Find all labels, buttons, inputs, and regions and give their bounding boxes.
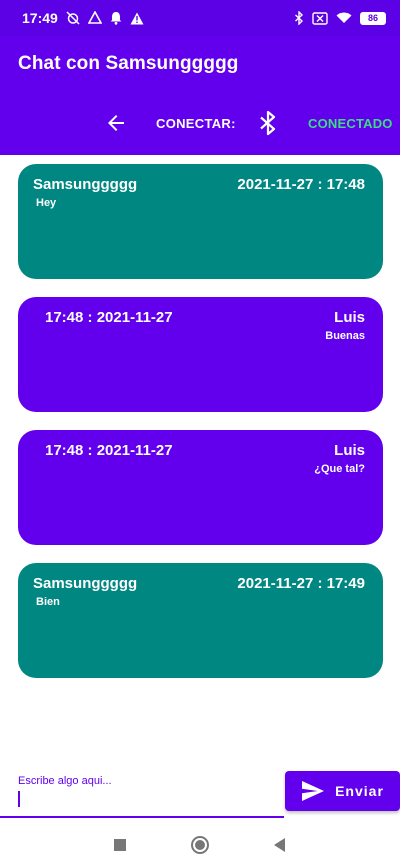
message-time: 17:48 : 2021-11-27: [45, 309, 173, 326]
home-button[interactable]: [188, 833, 212, 857]
bluetooth-icon: [260, 110, 276, 136]
back-button[interactable]: [104, 111, 128, 135]
battery-level: 86: [367, 13, 378, 23]
message-time: 2021-11-27 : 17:49: [237, 575, 365, 592]
wifi-icon: [336, 12, 352, 23]
message-sender: Samsunggggg: [33, 176, 138, 193]
back-nav-button[interactable]: [268, 833, 292, 857]
message-time: 2021-11-27 : 17:48: [237, 176, 365, 193]
back-triangle-icon: [274, 838, 285, 852]
no-sim-icon: [312, 11, 328, 25]
app-bar: Chat con Samsunggggg: [0, 36, 400, 92]
input-underline: [0, 816, 284, 818]
warning-icon: [130, 12, 144, 24]
message-text: Hey: [36, 197, 57, 209]
back-arrow-icon: [108, 115, 124, 131]
status-left: 17:49: [22, 10, 144, 26]
message-sender: Luis: [334, 442, 365, 459]
send-icon: [302, 781, 325, 801]
alarm-off-icon: [66, 11, 80, 25]
compose-area: Escribe algo aqui... Enviar: [0, 765, 400, 825]
message-sender: Samsunggggg: [33, 575, 138, 592]
status-bar: 17:49 86: [0, 0, 400, 36]
message-input-hint: Escribe algo aqui...: [18, 775, 112, 787]
message-text: ¿Que tal?: [314, 463, 365, 475]
send-button[interactable]: Enviar: [285, 771, 400, 811]
status-right: 86: [294, 11, 386, 25]
message-text: Bien: [36, 596, 60, 608]
status-time: 17:49: [22, 10, 58, 26]
connect-label: CONECTAR:: [156, 116, 236, 131]
message-input[interactable]: [18, 787, 278, 811]
message-text: Buenas: [325, 330, 365, 342]
bell-icon: [110, 12, 122, 25]
recents-button[interactable]: [108, 833, 132, 857]
connect-bar: CONECTAR: CONECTADO: [0, 92, 400, 155]
send-button-label: Enviar: [335, 783, 384, 799]
message-time: 17:48 : 2021-11-27: [45, 442, 173, 459]
chat-title: Chat con Samsunggggg: [18, 53, 239, 74]
connection-status: CONECTADO: [308, 116, 393, 131]
bluetooth-status-icon: [295, 11, 304, 25]
message-sender: Luis: [334, 309, 365, 326]
message-bubble-sent: 17:48 : 2021-11-27 Luis ¿Que tal?: [18, 430, 383, 545]
message-bubble-received: Samsunggggg 2021-11-27 : 17:49 Bien: [18, 563, 383, 678]
drive-icon: [87, 11, 102, 24]
battery-indicator: 86: [360, 11, 386, 25]
message-list[interactable]: Samsunggggg 2021-11-27 : 17:48 Hey 17:48…: [0, 155, 400, 755]
home-icon: [191, 836, 209, 854]
bluetooth-connect-button[interactable]: [256, 110, 280, 136]
system-nav-bar: [0, 823, 400, 867]
message-bubble-sent: 17:48 : 2021-11-27 Luis Buenas: [18, 297, 383, 412]
recents-icon: [114, 839, 126, 851]
message-bubble-received: Samsunggggg 2021-11-27 : 17:48 Hey: [18, 164, 383, 279]
